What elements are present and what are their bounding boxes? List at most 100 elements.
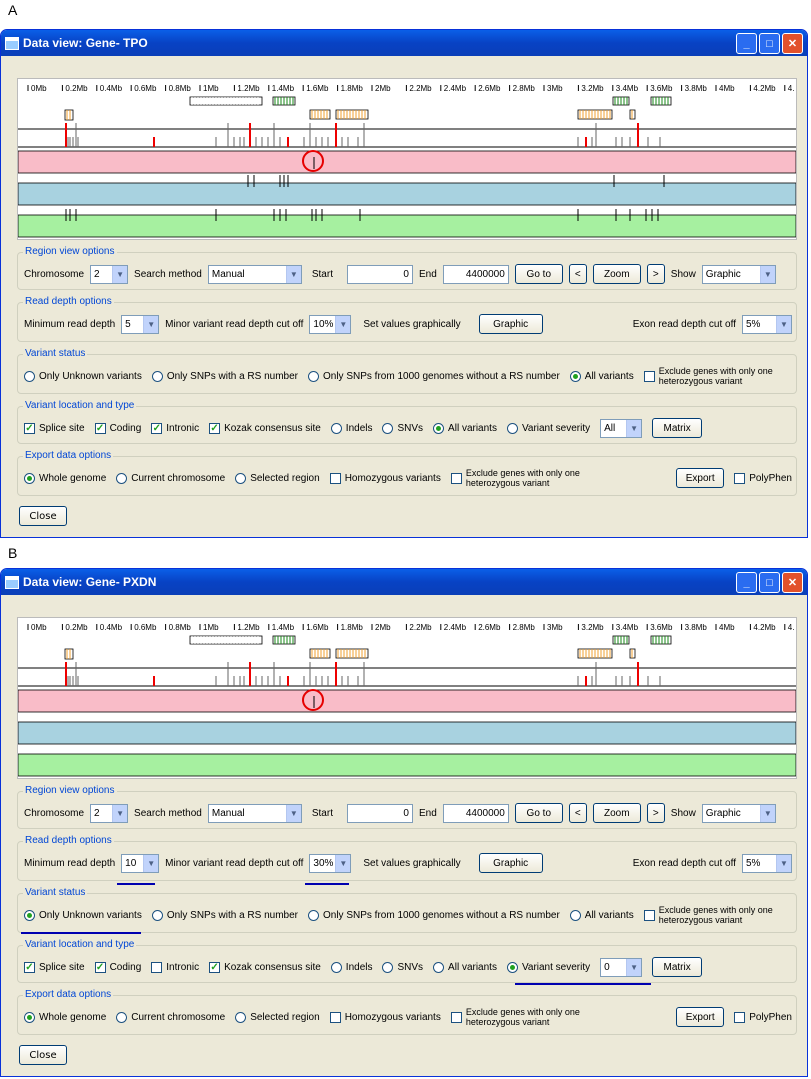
exclude-genes-export-checkbox[interactable]: Exclude genes with only one heterozygous …: [450, 468, 580, 488]
radio-button[interactable]: [506, 961, 518, 973]
intronic-checkbox[interactable]: ✓ Intronic: [151, 422, 199, 434]
chevron-down-icon[interactable]: ▼: [626, 419, 642, 437]
chevron-down-icon[interactable]: ▼: [112, 265, 128, 283]
checkbox[interactable]: [643, 909, 655, 921]
show-select[interactable]: Graphic ▼: [701, 803, 776, 823]
checkbox[interactable]: [450, 472, 462, 484]
indels-radio[interactable]: Indels: [330, 422, 372, 434]
previous-button[interactable]: <: [568, 264, 587, 284]
chevron-down-icon[interactable]: ▼: [626, 958, 642, 976]
chevron-down-icon[interactable]: ▼: [143, 854, 159, 872]
title-bar[interactable]: Data view: Gene- PXDN _ □ ✕: [1, 569, 807, 595]
checkbox[interactable]: [643, 370, 655, 382]
radio-button[interactable]: [308, 370, 319, 382]
all-variants-radio[interactable]: All variants: [569, 370, 634, 382]
severity-select[interactable]: All ▼: [600, 418, 643, 438]
snvs-radio[interactable]: SNVs: [382, 961, 423, 973]
end-input[interactable]: 4400000: [442, 803, 509, 823]
sample-track-pink[interactable]: [17, 150, 797, 174]
homozygous-checkbox[interactable]: Homozygous variants: [329, 1011, 441, 1023]
radio-button[interactable]: [24, 370, 35, 382]
checkbox[interactable]: [450, 1011, 462, 1023]
go-to-button[interactable]: Go to: [514, 803, 563, 823]
exclude-genes-checkbox[interactable]: Exclude genes with only one heterozygous …: [643, 905, 773, 925]
chevron-down-icon[interactable]: ▼: [143, 315, 159, 333]
polyphen-checkbox[interactable]: PolyPhen: [734, 472, 792, 484]
radio-button[interactable]: [24, 472, 35, 484]
radio-button[interactable]: [506, 422, 518, 434]
only-unknown-radio[interactable]: Only Unknown variants: [24, 909, 142, 921]
only-rs-radio[interactable]: Only SNPs with a RS number: [151, 909, 298, 921]
only-rs-radio[interactable]: Only SNPs with a RS number: [151, 370, 298, 382]
checkbox[interactable]: ✓: [209, 961, 221, 973]
coding-checkbox[interactable]: ✓ Coding: [94, 422, 141, 434]
radio-button[interactable]: [24, 909, 35, 921]
checkbox[interactable]: [329, 472, 341, 484]
current-chromosome-radio[interactable]: Current chromosome: [116, 472, 225, 484]
all-variants-radio[interactable]: All variants: [569, 909, 634, 921]
radio-button[interactable]: [235, 472, 247, 484]
radio-button[interactable]: [382, 422, 394, 434]
radio-button[interactable]: [116, 472, 128, 484]
severity-select[interactable]: 0 ▼: [600, 957, 643, 977]
all-variants-type-radio[interactable]: All variants: [433, 961, 497, 973]
go-to-button[interactable]: Go to: [514, 264, 563, 284]
splice-site-checkbox[interactable]: ✓ Splice site: [24, 961, 85, 973]
radio-button[interactable]: [24, 1011, 35, 1023]
only-1000g-radio[interactable]: Only SNPs from 1000 genomes without a RS…: [308, 909, 560, 921]
chevron-down-icon[interactable]: ▼: [335, 315, 351, 333]
chevron-down-icon[interactable]: ▼: [335, 854, 351, 872]
exon-cutoff-select[interactable]: 5% ▼: [742, 853, 792, 873]
chevron-down-icon[interactable]: ▼: [759, 804, 775, 822]
min-read-depth-select[interactable]: 5 ▼: [121, 314, 160, 334]
checkbox[interactable]: ✓: [24, 961, 35, 973]
whole-genome-radio[interactable]: Whole genome: [24, 472, 106, 484]
checkbox[interactable]: ✓: [151, 422, 163, 434]
chromosome-select[interactable]: 2 ▼: [90, 264, 129, 284]
maximize-button[interactable]: □: [759, 572, 780, 593]
radio-button[interactable]: [569, 370, 581, 382]
sample-track-blue[interactable]: [17, 182, 797, 206]
end-input[interactable]: 4400000: [442, 264, 509, 284]
radio-button[interactable]: [151, 909, 163, 921]
exclude-genes-checkbox[interactable]: Exclude genes with only one heterozygous …: [643, 366, 773, 386]
selected-region-radio[interactable]: Selected region: [235, 472, 320, 484]
kozak-checkbox[interactable]: ✓ Kozak consensus site: [209, 961, 321, 973]
genome-track-view[interactable]: 0Mb 0.2Mb 0.4Mb 0.6Mb 0.8Mb 1Mb 1.2Mb 1.4Mb 1.6M…: [17, 617, 797, 779]
start-input[interactable]: 0: [346, 264, 413, 284]
minimize-button[interactable]: _: [736, 572, 757, 593]
title-bar[interactable]: Data view: Gene- TPO _ □ ✕: [1, 30, 807, 56]
exon-cutoff-select[interactable]: 5% ▼: [742, 314, 792, 334]
radio-button[interactable]: [569, 909, 581, 921]
chevron-down-icon[interactable]: ▼: [776, 854, 791, 872]
close-window-button[interactable]: ✕: [782, 33, 803, 54]
homozygous-checkbox[interactable]: Homozygous variants: [329, 472, 441, 484]
chevron-down-icon[interactable]: ▼: [285, 265, 301, 283]
search-method-select[interactable]: Manual ▼: [207, 803, 302, 823]
indels-radio[interactable]: Indels: [330, 961, 372, 973]
gene-box[interactable]: [64, 648, 74, 660]
radio-button[interactable]: [382, 961, 394, 973]
coding-checkbox[interactable]: ✓ Coding: [94, 961, 141, 973]
checkbox[interactable]: [329, 1011, 341, 1023]
polyphen-checkbox[interactable]: PolyPhen: [734, 1011, 792, 1023]
minimize-button[interactable]: _: [736, 33, 757, 54]
radio-button[interactable]: [116, 1011, 128, 1023]
gene-box[interactable]: [64, 109, 74, 121]
graphic-button[interactable]: Graphic: [478, 853, 543, 873]
maximize-button[interactable]: □: [759, 33, 780, 54]
track-svg[interactable]: 0Mb 0.2Mb 0.4Mb 0.6Mb 0.8Mb 1Mb 1.2Mb 1.4Mb 1.6M…: [17, 618, 797, 778]
close-button[interactable]: Close: [19, 506, 67, 526]
snvs-radio[interactable]: SNVs: [382, 422, 423, 434]
sample-track-blue[interactable]: [17, 721, 797, 745]
checkbox[interactable]: [151, 961, 163, 973]
current-chromosome-radio[interactable]: Current chromosome: [116, 1011, 225, 1023]
genome-track-view[interactable]: 0Mb 0.2Mb 0.4Mb 0.6Mb 0.8Mb 1Mb 1.2Mb 1.4Mb 1.6M…: [17, 78, 797, 240]
radio-button[interactable]: [433, 961, 445, 973]
radio-button[interactable]: [308, 909, 319, 921]
search-method-select[interactable]: Manual ▼: [207, 264, 302, 284]
radio-button[interactable]: [235, 1011, 247, 1023]
zoom-button[interactable]: Zoom: [592, 264, 641, 284]
zoom-button[interactable]: Zoom: [592, 803, 641, 823]
radio-button[interactable]: [433, 422, 445, 434]
